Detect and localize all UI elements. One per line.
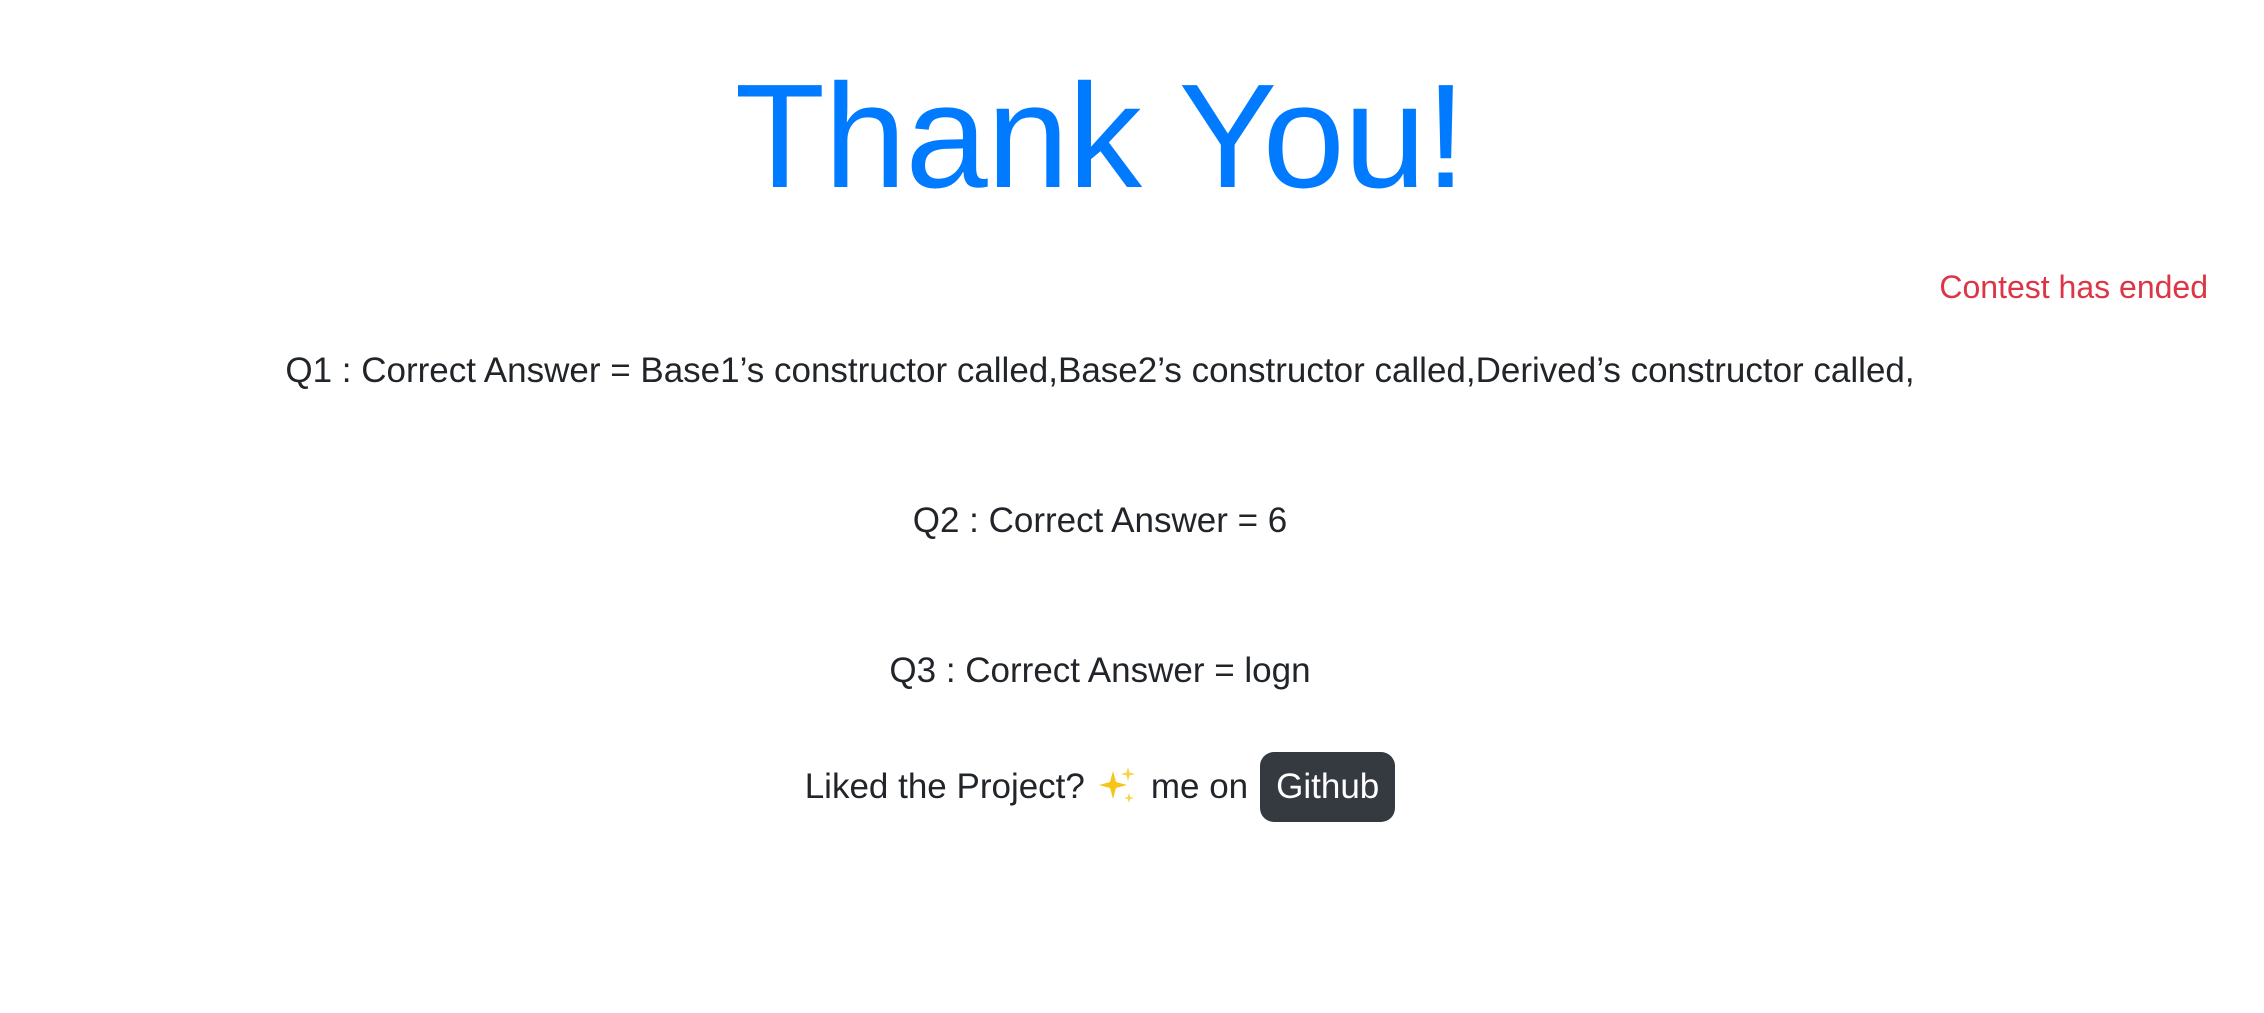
- github-button[interactable]: Github: [1260, 752, 1396, 822]
- sparkles-icon: [1095, 765, 1139, 809]
- page-title: Thank You!: [734, 54, 1467, 219]
- promo-suffix-text: me on: [1150, 767, 1249, 806]
- answer-q3: Q3 : Correct Answer = logn: [889, 651, 1311, 690]
- promo-prefix-text: Liked the Project?: [804, 767, 1085, 806]
- answer-q2: Q2 : Correct Answer = 6: [912, 501, 1288, 540]
- contest-status-text: Contest has ended: [1939, 269, 2208, 305]
- github-promo: Liked the Project? me on Github: [0, 752, 2200, 822]
- thank-you-page: Thank You! Contest has ended Q1 : Correc…: [0, 0, 2264, 1013]
- answer-q1: Q1 : Correct Answer = Base1’s constructo…: [285, 351, 1915, 390]
